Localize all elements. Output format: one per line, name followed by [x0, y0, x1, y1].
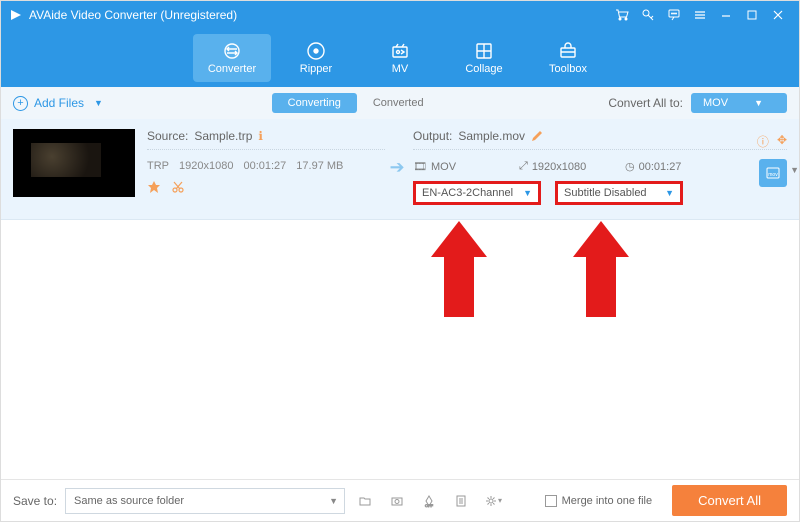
video-thumbnail[interactable]	[13, 129, 135, 197]
converter-icon	[221, 41, 243, 61]
audio-track-dropdown[interactable]: EN-AC3-2Channel ▼	[413, 181, 541, 205]
nav-label: Toolbox	[549, 63, 587, 75]
output-profile-button[interactable]: mov	[759, 159, 787, 187]
cart-icon[interactable]	[609, 8, 635, 22]
convert-all-label: Convert All to:	[608, 96, 683, 110]
move-icon[interactable]: ✥	[777, 133, 787, 150]
source-resolution: 1920x1080	[179, 160, 233, 172]
svg-text:OFF: OFF	[425, 503, 434, 508]
add-files-button[interactable]: + Add Files ▼	[13, 96, 103, 111]
settings-icon[interactable]: ▾	[481, 489, 505, 513]
close-icon[interactable]	[765, 8, 791, 22]
merge-label: Merge into one file	[562, 495, 653, 507]
plus-icon: +	[13, 96, 28, 111]
minimize-icon[interactable]	[713, 8, 739, 22]
output-label: Output:	[413, 129, 452, 143]
top-nav: Converter Ripper MV Collage Toolbox	[1, 29, 799, 87]
chevron-down-icon: ▼	[523, 188, 532, 198]
tab-converted[interactable]: Converted	[357, 93, 440, 113]
ripper-icon	[306, 41, 326, 61]
sub-bar: + Add Files ▼ Converting Converted Conve…	[1, 87, 799, 119]
cut-icon[interactable]	[171, 180, 185, 194]
source-label: Source:	[147, 129, 188, 143]
tab-switch: Converting Converted	[103, 93, 608, 113]
out-format: MOV	[431, 161, 456, 173]
source-filename: Sample.trp	[194, 129, 252, 143]
chevron-down-icon: ▼	[94, 98, 103, 108]
convert-all-button[interactable]: Convert All	[672, 485, 787, 516]
save-folder-value: Same as source folder	[74, 495, 184, 507]
source-column: Source: Sample.trp ℹ TRP 1920x1080 00:01…	[135, 129, 385, 205]
warn-icon[interactable]: ⓘ	[757, 133, 769, 150]
task-icon[interactable]	[449, 489, 473, 513]
add-files-label: Add Files	[34, 96, 84, 110]
subtitle-dropdown[interactable]: Subtitle Disabled ▼	[555, 181, 683, 205]
chevron-down-icon: ▼	[754, 98, 763, 108]
collage-icon	[474, 41, 494, 61]
save-folder-dropdown[interactable]: Same as source folder ▼	[65, 488, 345, 514]
nav-ripper[interactable]: Ripper	[277, 34, 355, 82]
out-resolution: 1920x1080	[532, 161, 586, 173]
format-dropdown[interactable]: MOV ▼	[691, 93, 787, 113]
info-icon[interactable]: ℹ	[258, 129, 263, 143]
chevron-down-icon: ▼	[329, 496, 338, 506]
output-column: Output: Sample.mov ⓘ ✥ 🎞 MOV ⤢ 1920x1080 ◷…	[409, 129, 787, 205]
app-window: AVAide Video Converter (Unregistered) Co…	[0, 0, 800, 522]
source-size: 17.97 MB	[296, 160, 343, 172]
nav-label: MV	[392, 63, 409, 75]
snapshot-icon[interactable]	[385, 489, 409, 513]
output-filename: Sample.mov	[458, 129, 525, 143]
nav-label: Converter	[208, 63, 256, 75]
gpu-icon[interactable]: OFF	[417, 489, 441, 513]
edit-icon[interactable]	[531, 130, 543, 142]
key-icon[interactable]	[635, 8, 661, 22]
open-folder-icon[interactable]	[353, 489, 377, 513]
file-item: Source: Sample.trp ℹ TRP 1920x1080 00:01…	[1, 119, 799, 220]
star-icon[interactable]	[147, 180, 161, 194]
nav-collage[interactable]: Collage	[445, 34, 523, 82]
nav-toolbox[interactable]: Toolbox	[529, 34, 607, 82]
menu-icon[interactable]	[687, 8, 713, 22]
nav-converter[interactable]: Converter	[193, 34, 271, 82]
logo-icon	[9, 8, 23, 22]
subtitle-value: Subtitle Disabled	[564, 187, 647, 199]
annotation-arrow	[573, 221, 633, 317]
bottom-bar: Save to: Same as source folder ▼ OFF ▾ M…	[1, 479, 799, 521]
film-icon: 🎞	[413, 160, 427, 173]
source-duration: 00:01:27	[243, 160, 286, 172]
checkbox-icon	[545, 495, 557, 507]
feedback-icon[interactable]	[661, 8, 687, 22]
clock-icon: ◷	[625, 160, 635, 173]
tab-converting[interactable]: Converting	[272, 93, 357, 113]
nav-label: Ripper	[300, 63, 332, 75]
nav-mv[interactable]: MV	[361, 34, 439, 82]
source-codec: TRP	[147, 160, 169, 172]
mv-icon	[390, 41, 410, 61]
maximize-icon[interactable]	[739, 8, 765, 22]
window-title: AVAide Video Converter (Unregistered)	[29, 8, 609, 22]
toolbox-icon	[558, 41, 578, 61]
audio-track-value: EN-AC3-2Channel	[422, 187, 513, 199]
arrow-right-icon: ➔	[385, 129, 409, 205]
annotation-arrow	[431, 221, 491, 317]
chevron-down-icon: ▼	[665, 188, 674, 198]
svg-text:mov: mov	[768, 172, 778, 178]
merge-checkbox[interactable]: Merge into one file	[545, 495, 653, 507]
convert-all-to: Convert All to: MOV ▼	[608, 93, 787, 113]
content-area: Source: Sample.trp ℹ TRP 1920x1080 00:01…	[1, 119, 799, 479]
save-to-label: Save to:	[13, 494, 57, 508]
expand-icon: ⤢	[519, 160, 528, 173]
out-duration: 00:01:27	[639, 161, 682, 173]
title-bar: AVAide Video Converter (Unregistered)	[1, 1, 799, 29]
format-value: MOV	[703, 97, 728, 109]
chevron-down-icon[interactable]: ▼	[790, 165, 799, 175]
nav-label: Collage	[465, 63, 502, 75]
